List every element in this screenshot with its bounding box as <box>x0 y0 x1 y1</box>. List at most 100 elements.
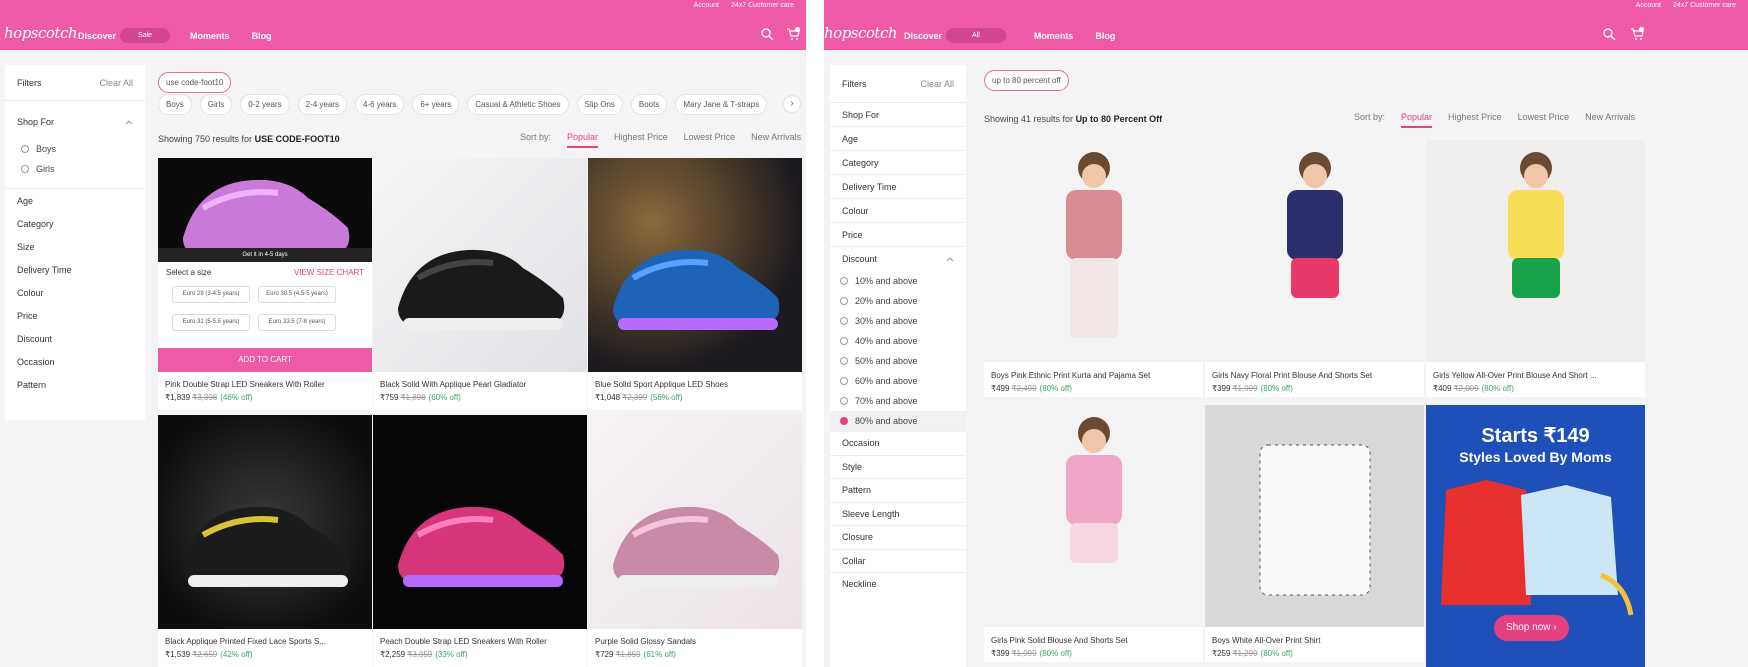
nav-discover[interactable]: Discover <box>78 31 116 41</box>
filter-delivery-time[interactable]: Delivery Time <box>830 175 966 199</box>
logo[interactable]: hopscotch <box>4 24 78 42</box>
quick-filter-chip[interactable]: Girls <box>199 94 233 115</box>
search-icon[interactable] <box>1602 27 1616 41</box>
view-size-chart-link[interactable]: VIEW SIZE CHART <box>294 268 364 277</box>
filter-price[interactable]: Price <box>830 223 966 247</box>
filter-sleeve-length[interactable]: Sleeve Length <box>830 501 966 526</box>
sort-new-arrivals[interactable]: New Arrivals <box>751 132 801 148</box>
discount-option[interactable]: 50% and above <box>830 351 966 371</box>
filter-closure[interactable]: Closure <box>830 525 966 549</box>
product-card[interactable]: Girls Navy Floral Print Blouse And Short… <box>1205 140 1424 397</box>
product-card[interactable]: Boys White All-Over Print Shirt ₹259 ₹1,29… <box>1205 405 1424 662</box>
clear-all-link[interactable]: Clear All <box>920 79 954 89</box>
quick-filter-chip[interactable]: Boots <box>630 94 668 115</box>
nav-all-pill[interactable]: All <box>946 28 1006 43</box>
nav-blog[interactable]: Blog <box>1095 31 1115 41</box>
size-option[interactable]: Euro 31 (5-5.5 years) <box>172 314 250 331</box>
quick-filter-chip[interactable]: 4-6 years <box>354 94 405 115</box>
product-card[interactable]: Peach Double Strap LED Sneakers With Rol… <box>373 415 587 667</box>
filter-age[interactable]: Age <box>5 189 145 212</box>
quick-filter-chip[interactable]: 6+ years <box>412 94 460 115</box>
product-image[interactable] <box>1205 140 1424 362</box>
size-option[interactable]: Euro 29 (3-4.5 years) <box>172 286 250 303</box>
product-image[interactable] <box>984 405 1203 627</box>
product-image[interactable]: Get it in 4-5 days Select a size VIEW SIZE… <box>158 158 372 372</box>
sort-popular[interactable]: Popular <box>567 132 599 148</box>
quick-filter-chip[interactable]: 0-2 years <box>240 94 290 115</box>
chevron-right-icon[interactable]: › <box>783 95 801 113</box>
add-to-cart-button[interactable]: ADD TO CART <box>158 348 372 372</box>
account-link[interactable]: Account <box>1636 2 1661 9</box>
filter-delivery-time[interactable]: Delivery Time <box>5 258 145 281</box>
filter-discount[interactable]: Discount <box>830 247 966 271</box>
discount-option[interactable]: 30% and above <box>830 311 966 331</box>
cart-icon[interactable] <box>786 27 800 41</box>
logo[interactable]: hopscotch <box>824 24 898 42</box>
product-image[interactable] <box>158 415 372 629</box>
filter-age[interactable]: Age <box>830 127 966 151</box>
filter-category[interactable]: Category <box>5 212 145 235</box>
product-image[interactable] <box>588 158 802 372</box>
nav-blog[interactable]: Blog <box>252 31 272 41</box>
cart-icon[interactable] <box>1630 27 1644 41</box>
discount-option[interactable]: 20% and above <box>830 291 966 311</box>
filter-category[interactable]: Category <box>830 151 966 175</box>
filter-colour[interactable]: Colour <box>5 281 145 304</box>
discount-option[interactable]: 80% and above <box>830 411 966 431</box>
filter-size[interactable]: Size <box>5 235 145 258</box>
filter-discount[interactable]: Discount <box>5 327 145 350</box>
quick-filter-chip[interactable]: Boys <box>158 94 192 115</box>
size-option[interactable]: Euro 33.5 (7-8 years) <box>258 314 336 331</box>
product-card[interactable]: Get it in 4-5 days Select a size VIEW SIZE… <box>158 158 372 410</box>
sort-new-arrivals[interactable]: New Arrivals <box>1585 112 1635 128</box>
product-card[interactable]: Girls Pink Solid Blouse And Shorts Set ₹3… <box>984 405 1203 662</box>
quick-filter-chip[interactable]: Slip Ons <box>576 94 623 115</box>
nav-discover[interactable]: Discover <box>904 31 942 41</box>
product-image[interactable] <box>984 140 1203 362</box>
filter-price[interactable]: Price <box>5 304 145 327</box>
sort-lowest-price[interactable]: Lowest Price <box>684 132 736 148</box>
filter-option-boys[interactable]: Boys <box>5 139 145 159</box>
product-card[interactable]: Black Solid With Applique Pearl Gladiato… <box>373 158 587 410</box>
product-card[interactable]: Girls Yellow All-Over Print Blouse And S… <box>1426 140 1645 397</box>
filter-neckline[interactable]: Neckline <box>830 572 966 596</box>
quick-filter-chip[interactable]: Casual & Athletic Shoes <box>467 94 569 115</box>
discount-option[interactable]: 40% and above <box>830 331 966 351</box>
search-icon[interactable] <box>760 27 774 41</box>
sort-popular[interactable]: Popular <box>1401 112 1433 128</box>
product-image[interactable] <box>1426 140 1645 362</box>
sort-lowest-price[interactable]: Lowest Price <box>1518 112 1570 128</box>
filter-pattern[interactable]: Pattern <box>5 373 145 396</box>
product-image[interactable] <box>373 415 587 629</box>
clear-all-link[interactable]: Clear All <box>99 78 133 88</box>
sort-highest-price[interactable]: Highest Price <box>614 132 668 148</box>
sort-highest-price[interactable]: Highest Price <box>1448 112 1502 128</box>
promo-code-chip[interactable]: use code-foot10 <box>158 72 232 93</box>
offer-chip[interactable]: up to 80 percent off <box>984 70 1069 91</box>
discount-option[interactable]: 60% and above <box>830 371 966 391</box>
product-card[interactable]: Blue Solid Sport Applique LED Shoes ₹1,04… <box>588 158 802 410</box>
quick-filter-chip[interactable]: 2-4 years <box>297 94 347 115</box>
filter-option-girls[interactable]: Girls <box>5 159 145 179</box>
discount-option[interactable]: 10% and above <box>830 271 966 291</box>
nav-moments[interactable]: Moments <box>1034 31 1074 41</box>
filter-style[interactable]: Style <box>830 454 966 479</box>
filter-occasion[interactable]: Occasion <box>5 350 145 373</box>
promo-banner[interactable]: Starts ₹149 Styles Loved By Moms Shop now … <box>1426 405 1645 667</box>
product-card[interactable]: Boys Pink Ethnic Print Kurta and Pajama … <box>984 140 1203 397</box>
product-card[interactable]: Black Applique Printed Fixed Lace Sports… <box>158 415 372 667</box>
customer-care-link[interactable]: 24x7 Customer care <box>1673 2 1736 9</box>
shop-now-button[interactable]: Shop now › <box>1494 615 1569 641</box>
filter-pattern[interactable]: Pattern <box>830 478 966 502</box>
customer-care-link[interactable]: 24x7 Customer care <box>731 2 794 9</box>
nav-moments[interactable]: Moments <box>190 31 230 41</box>
filter-collar[interactable]: Collar <box>830 548 966 573</box>
product-image[interactable] <box>1205 405 1424 627</box>
filter-colour[interactable]: Colour <box>830 199 966 223</box>
nav-sale-pill[interactable]: Sale <box>120 28 171 43</box>
product-image[interactable] <box>588 415 802 629</box>
account-link[interactable]: Account <box>694 2 719 9</box>
quick-filter-chip[interactable]: Mary Jane & T-straps <box>675 94 768 115</box>
filter-shop-for[interactable]: Shop For <box>830 103 966 127</box>
filter-occasion[interactable]: Occasion <box>830 431 966 455</box>
